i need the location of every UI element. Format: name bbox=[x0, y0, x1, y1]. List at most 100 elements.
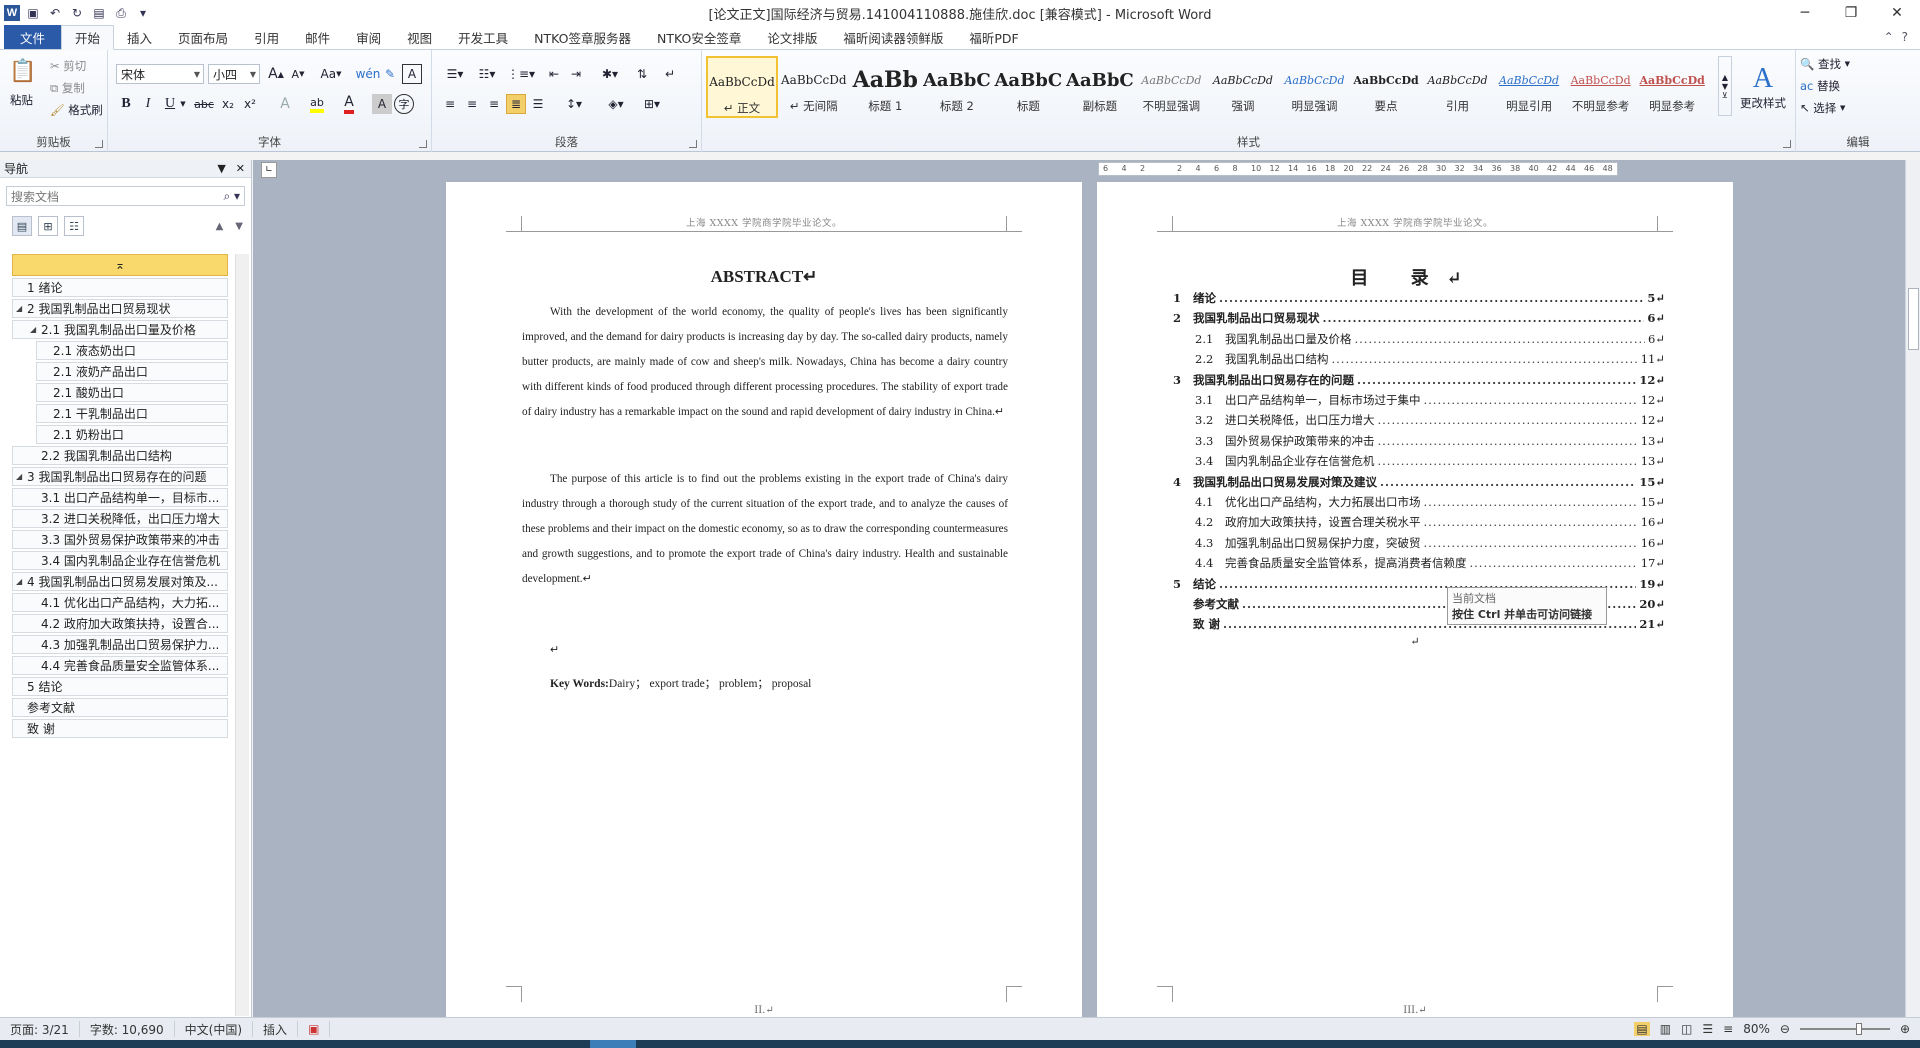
vertical-scrollbar[interactable] bbox=[1905, 160, 1920, 1017]
toc-entry[interactable]: 2.2 我国乳制品出口结构 11↵ bbox=[1173, 349, 1665, 369]
toc-entry[interactable]: 4 我国乳制品出口贸易发展对策及建议 15↵ bbox=[1173, 472, 1665, 492]
nav-heading-item[interactable]: 5 结论 bbox=[12, 677, 228, 696]
clipboard-launcher-icon[interactable] bbox=[95, 140, 103, 148]
toc-entry[interactable]: 3.1 出口产品结构单一，目标市场过于集中 12↵ bbox=[1173, 390, 1665, 410]
tab-foxit-pdf[interactable]: 福昕PDF bbox=[956, 25, 1031, 49]
style-subtle-emphasis[interactable]: AaBbCcDd 不明显强调 bbox=[1136, 56, 1208, 118]
distributed-icon[interactable]: ☰ bbox=[528, 94, 548, 114]
nav-heading-item[interactable]: ◢ 3 我国乳制品出口贸易存在的问题 bbox=[12, 467, 228, 486]
align-left-icon[interactable]: ≡ bbox=[440, 94, 460, 114]
status-language[interactable]: 中文(中国) bbox=[175, 1021, 254, 1037]
nav-heading-item[interactable]: 2.1 液奶产品出口 bbox=[36, 362, 228, 381]
nav-heading-item[interactable]: 2.1 干乳制品出口 bbox=[36, 404, 228, 423]
highlight-button[interactable]: ab bbox=[304, 94, 330, 114]
style-heading-2[interactable]: AaBbC 标题 2 bbox=[921, 56, 993, 118]
pages-view-icon[interactable]: ⊞ bbox=[38, 216, 58, 236]
select-button[interactable]: ↖ 选择 ▼ bbox=[1800, 100, 1845, 116]
restore-button[interactable]: ❐ bbox=[1828, 0, 1874, 26]
style-title[interactable]: AaBbC 标题 bbox=[993, 56, 1065, 118]
bullets-icon[interactable]: ☰▾ bbox=[440, 64, 470, 84]
page-toc[interactable]: 上海 XXXX 学院商学院毕业论文。 目 录↵ 1绪论5↵2我国乳制品出口贸易现… bbox=[1097, 182, 1733, 1017]
expand-triangle-icon[interactable]: ◢ bbox=[16, 577, 22, 586]
italic-button[interactable]: I bbox=[138, 94, 158, 114]
shrink-font-button[interactable]: A ▼ bbox=[288, 64, 308, 84]
zoom-in-icon[interactable]: ⊕ bbox=[1900, 1022, 1910, 1036]
character-border-icon[interactable]: A bbox=[402, 64, 422, 84]
styles-launcher-icon[interactable] bbox=[1783, 140, 1791, 148]
bold-button[interactable]: B bbox=[116, 94, 136, 114]
underline-button[interactable]: U bbox=[160, 94, 180, 114]
tab-references[interactable]: 引用 bbox=[241, 25, 292, 49]
paste-icon[interactable]: 📋 bbox=[6, 56, 40, 86]
search-icon[interactable]: ⌕ ▾ bbox=[223, 189, 244, 204]
zoom-slider-knob[interactable] bbox=[1855, 1023, 1862, 1035]
toc-entry[interactable]: 4.1 优化出口产品结构，大力拓展出口市场 15↵ bbox=[1173, 492, 1665, 512]
shading-icon[interactable]: ◈▾ bbox=[602, 94, 630, 114]
scroll-thumb[interactable] bbox=[1908, 288, 1919, 350]
superscript-button[interactable]: x² bbox=[240, 94, 260, 114]
status-page[interactable]: 页面: 3/21 bbox=[0, 1021, 80, 1037]
borders-icon[interactable]: ⊞▾ bbox=[638, 94, 666, 114]
word-app-icon[interactable]: W bbox=[4, 5, 20, 21]
nav-heading-item[interactable]: 3.4 国内乳制品企业存在信誉危机 bbox=[12, 551, 228, 570]
toc-entry[interactable]: 3.4 国内乳制品企业存在信誉危机 13↵ bbox=[1173, 451, 1665, 471]
change-case-button[interactable]: Aa ▼ bbox=[318, 64, 344, 84]
align-right-icon[interactable]: ≡ bbox=[484, 94, 504, 114]
tab-page-layout[interactable]: 页面布局 bbox=[165, 25, 241, 49]
draft-view-icon[interactable]: ≡ bbox=[1723, 1022, 1733, 1036]
nav-heading-item[interactable]: 3.3 国外贸易保护政策带来的冲击 bbox=[12, 530, 228, 549]
font-size-select[interactable]: 小四 ▼ bbox=[208, 64, 260, 84]
cut-button[interactable]: ✂ 剪切 bbox=[50, 58, 86, 74]
change-styles-button[interactable]: A 更改样式 bbox=[1736, 54, 1790, 120]
tab-selector-icon[interactable]: ∟ bbox=[261, 162, 277, 178]
outline-view-icon[interactable]: ☰ bbox=[1702, 1022, 1713, 1036]
nav-heading-item[interactable]: 2.1 酸奶出口 bbox=[36, 383, 228, 402]
nav-scrollbar[interactable] bbox=[235, 254, 249, 1016]
style-emphasis[interactable]: AaBbCcDd 强调 bbox=[1207, 56, 1279, 118]
web-layout-view-icon[interactable]: ◫ bbox=[1681, 1022, 1692, 1036]
phonetic-guide-icon[interactable]: wén bbox=[356, 64, 381, 84]
customize-toolbar-icon[interactable]: ▾ bbox=[134, 4, 152, 22]
copy-button[interactable]: ⧉ 复制 bbox=[50, 80, 85, 96]
nav-heading-item[interactable]: 2.1 液态奶出口 bbox=[36, 341, 228, 360]
style-intense-emphasis[interactable]: AaBbCcDd 明显强调 bbox=[1279, 56, 1351, 118]
tab-foxit-reader[interactable]: 福昕阅读器领鲜版 bbox=[830, 25, 956, 49]
print-layout-view-icon[interactable]: ▤ bbox=[1634, 1022, 1650, 1036]
style-no-spacing[interactable]: AaBbCcDd ↵ 无间隔 bbox=[778, 56, 850, 118]
toc-entry[interactable]: 4.4 完善食品质量安全监管体系，提高消费者信赖度 17↵ bbox=[1173, 553, 1665, 573]
nav-heading-item[interactable]: 4.4 完善食品质量安全监管体系... bbox=[12, 656, 228, 675]
zoom-level[interactable]: 80% bbox=[1743, 1022, 1770, 1036]
nav-menu-icon[interactable]: ▼ bbox=[217, 162, 225, 175]
style-heading-1[interactable]: AaBb 标题 1 bbox=[850, 56, 922, 118]
next-heading-icon[interactable]: ▼ bbox=[235, 221, 243, 232]
status-insert-mode[interactable]: 插入 bbox=[253, 1021, 299, 1037]
zoom-out-icon[interactable]: ⊖ bbox=[1780, 1022, 1790, 1036]
nav-heading-item[interactable]: ◢ 4 我国乳制品出口贸易发展对策及... bbox=[12, 572, 228, 591]
help-icon[interactable]: ? bbox=[1902, 30, 1908, 44]
numbering-icon[interactable]: ☷▾ bbox=[472, 64, 502, 84]
nav-heading-item[interactable]: 2.1 奶粉出口 bbox=[36, 425, 228, 444]
style-quote[interactable]: AaBbCcDd 引用 bbox=[1422, 56, 1494, 118]
multilevel-list-icon[interactable]: ⋮≡▾ bbox=[506, 64, 536, 84]
close-button[interactable]: ✕ bbox=[1874, 0, 1920, 26]
sort-icon[interactable]: ⇅ bbox=[632, 64, 652, 84]
tab-ntko-server[interactable]: NTKO签章服务器 bbox=[521, 25, 644, 49]
previous-heading-icon[interactable]: ▲ bbox=[216, 221, 224, 232]
paste-button[interactable]: 粘贴 bbox=[10, 92, 33, 108]
toc-entry[interactable]: 3.2 进口关税降低，出口压力增大 12↵ bbox=[1173, 410, 1665, 430]
nav-collapse-all[interactable]: ⌅ bbox=[12, 254, 228, 276]
nav-heading-item[interactable]: 2.2 我国乳制品出口结构 bbox=[12, 446, 228, 465]
status-word-count[interactable]: 字数: 10,690 bbox=[80, 1021, 175, 1037]
clear-format-icon[interactable]: ✎ bbox=[380, 64, 400, 84]
expand-triangle-icon[interactable]: ◢ bbox=[30, 325, 36, 334]
style-intense-quote[interactable]: AaBbCcDd 明显引用 bbox=[1493, 56, 1565, 118]
style-subtle-reference[interactable]: AaBbCcDd 不明显参考 bbox=[1565, 56, 1637, 118]
taskbar-active-item[interactable] bbox=[590, 1040, 636, 1048]
print-preview-icon[interactable]: ▤ bbox=[90, 4, 108, 22]
strikethrough-button[interactable]: abc bbox=[192, 94, 216, 114]
find-button[interactable]: 🔍 查找 ▼ bbox=[1800, 56, 1850, 72]
increase-indent-icon[interactable]: ⇥ bbox=[566, 64, 586, 84]
font-color-button[interactable]: A bbox=[336, 94, 362, 114]
nav-heading-item[interactable]: 4.1 优化出口产品结构，大力拓... bbox=[12, 593, 228, 612]
toc-entry[interactable]: 3.3 国外贸易保护政策带来的冲击 13↵ bbox=[1173, 431, 1665, 451]
